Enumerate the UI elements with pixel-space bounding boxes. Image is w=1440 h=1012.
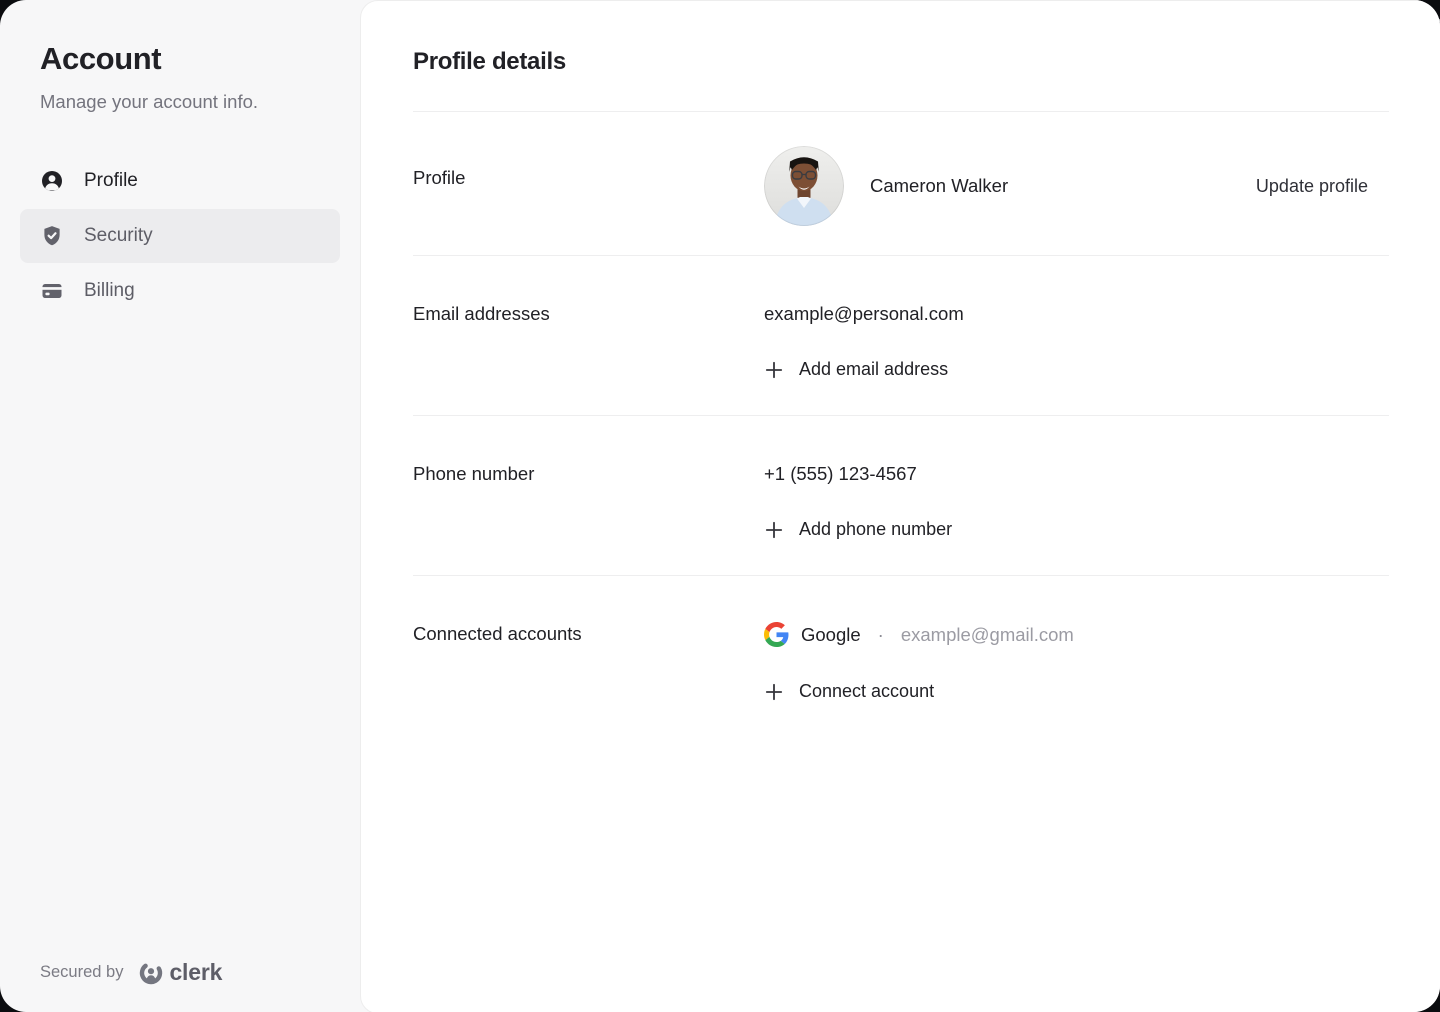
connected-row-label: Connected accounts [413,622,764,645]
add-phone-label: Add phone number [799,519,952,540]
clerk-wordmark: clerk [169,959,222,986]
profile-identity: Cameron Walker [764,146,1008,226]
sidebar: Account Manage your account info. [0,0,360,1012]
google-account-item: Google · example@gmail.com [764,622,1074,647]
connected-accounts-row: Connected accounts Google · [413,576,1389,737]
secured-by-footer: Secured by clerk [40,959,222,986]
page-subtitle: Manage your account info. [40,90,320,114]
connect-account-label: Connect account [799,681,934,702]
section-title: Profile details [413,47,1389,76]
avatar [764,146,844,226]
screen: Account Manage your account info. [0,0,1440,1012]
plus-icon [764,682,784,702]
update-profile-button[interactable]: Update profile [1256,176,1368,197]
shield-check-icon [40,224,64,248]
email-row-label: Email addresses [413,302,764,325]
email-row: Email addresses example@personal.com Add… [413,256,1389,416]
connected-email: example@gmail.com [901,624,1074,646]
profile-details-panel: Profile details Profile [360,0,1440,1012]
sidebar-item-label: Billing [84,280,135,302]
add-email-button[interactable]: Add email address [764,359,964,380]
phone-row-label: Phone number [413,462,764,485]
account-card: Account Manage your account info. [0,0,1440,1012]
phone-value: +1 (555) 123-4567 [764,462,952,485]
sidebar-item-label: Security [84,225,153,247]
provider-name: Google [801,624,861,646]
page-title: Account [40,40,320,78]
profile-row: Profile [413,112,1389,256]
email-value: example@personal.com [764,302,964,325]
user-icon [40,169,64,193]
user-name: Cameron Walker [870,175,1008,197]
credit-card-icon [40,279,64,303]
plus-icon [764,520,784,540]
sidebar-item-label: Profile [84,170,138,192]
secured-by-label: Secured by [40,963,123,982]
add-email-label: Add email address [799,359,948,380]
sidebar-nav: Profile Security [20,154,340,318]
dot-separator: · [873,624,889,646]
google-icon [764,622,789,647]
sidebar-item-billing[interactable]: Billing [20,264,340,318]
clerk-logo-icon [138,960,164,986]
add-phone-button[interactable]: Add phone number [764,519,952,540]
plus-icon [764,360,784,380]
sidebar-item-profile[interactable]: Profile [20,154,340,208]
sidebar-item-security[interactable]: Security [20,209,340,263]
connect-account-button[interactable]: Connect account [764,681,1074,702]
profile-row-label: Profile [413,146,764,189]
phone-row: Phone number +1 (555) 123-4567 Add phone… [413,416,1389,576]
